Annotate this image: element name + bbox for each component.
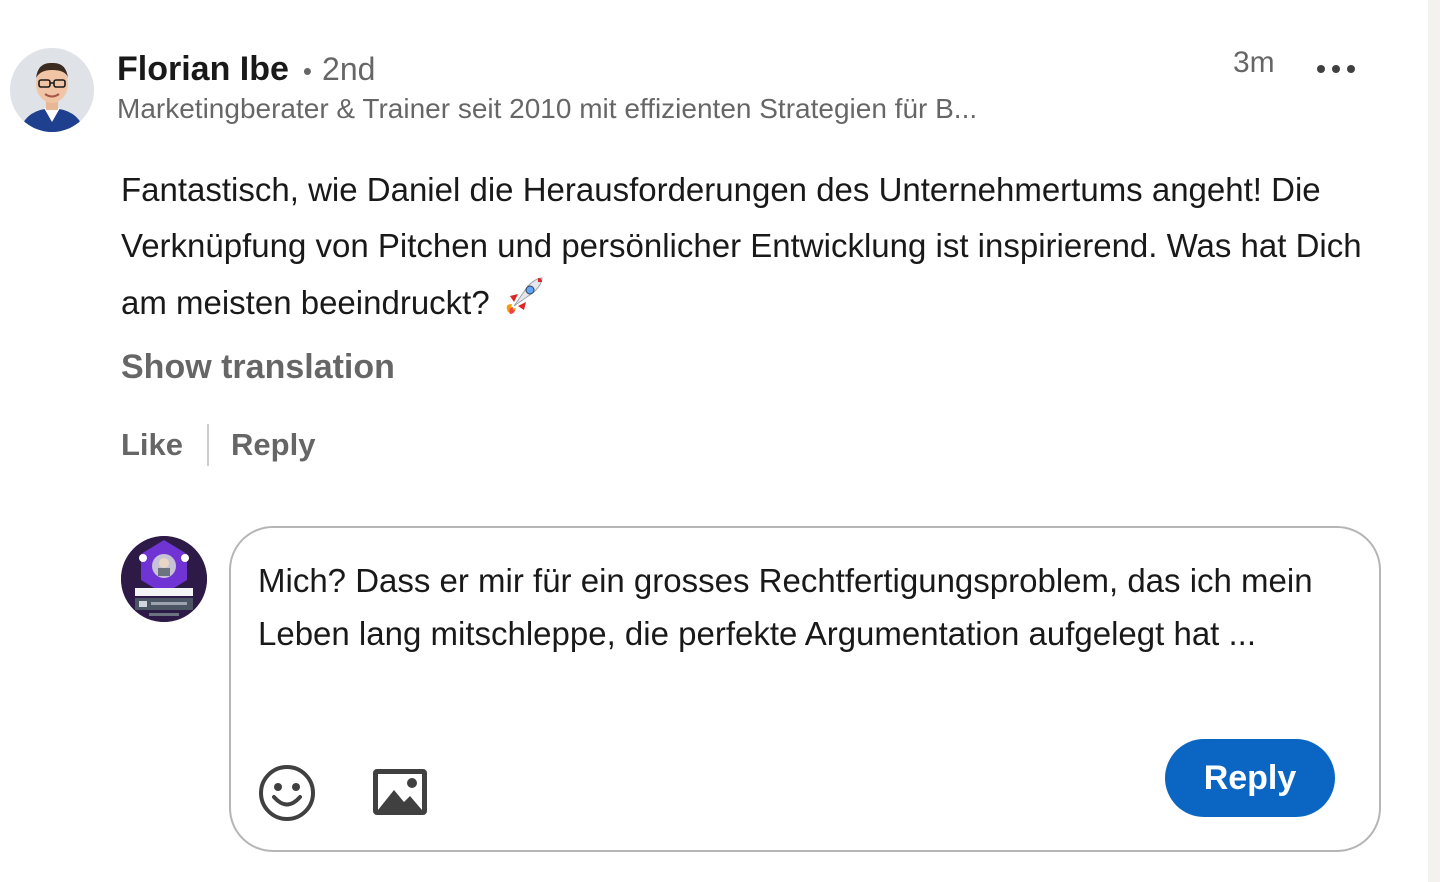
degree-separator: • <box>302 56 313 86</box>
current-user-avatar-image <box>121 536 207 622</box>
more-horizontal-icon <box>1317 65 1355 73</box>
emoji-button[interactable] <box>258 764 316 822</box>
more-options-button[interactable] <box>1312 52 1360 86</box>
author-headline: Marketingberater & Trainer seit 2010 mit… <box>117 93 978 124</box>
comment-actions: Like Reply <box>121 424 315 466</box>
action-divider <box>207 424 210 466</box>
comment-text: Fantastisch, wie Daniel die Herausforder… <box>121 171 1362 321</box>
current-user-avatar[interactable] <box>121 536 207 622</box>
author-avatar-image <box>10 48 94 132</box>
image-icon <box>373 769 427 815</box>
show-translation-button[interactable]: Show translation <box>121 348 395 387</box>
reply-composer: Mich? Dass er mir für ein grosses Rechtf… <box>229 526 1381 852</box>
reply-input[interactable]: Mich? Dass er mir für ein grosses Rechtf… <box>258 554 1348 724</box>
rocket-icon <box>498 274 546 339</box>
comment-timestamp: 3m <box>1233 46 1275 79</box>
add-image-button[interactable] <box>370 766 430 820</box>
comment-body: Fantastisch, wie Daniel die Herausforder… <box>121 162 1371 339</box>
reply-button[interactable]: Reply <box>231 427 315 463</box>
comment-card: Florian Ibe • 2nd Marketingberater & Tra… <box>0 0 1440 882</box>
author-avatar[interactable] <box>10 48 94 132</box>
submit-reply-button[interactable]: Reply <box>1165 739 1335 817</box>
connection-degree: 2nd <box>322 51 376 87</box>
smiley-icon <box>259 765 315 821</box>
author-name-row: Florian Ibe • 2nd <box>117 50 375 89</box>
like-button[interactable]: Like <box>121 427 183 463</box>
author-name[interactable]: Florian Ibe <box>117 50 289 89</box>
